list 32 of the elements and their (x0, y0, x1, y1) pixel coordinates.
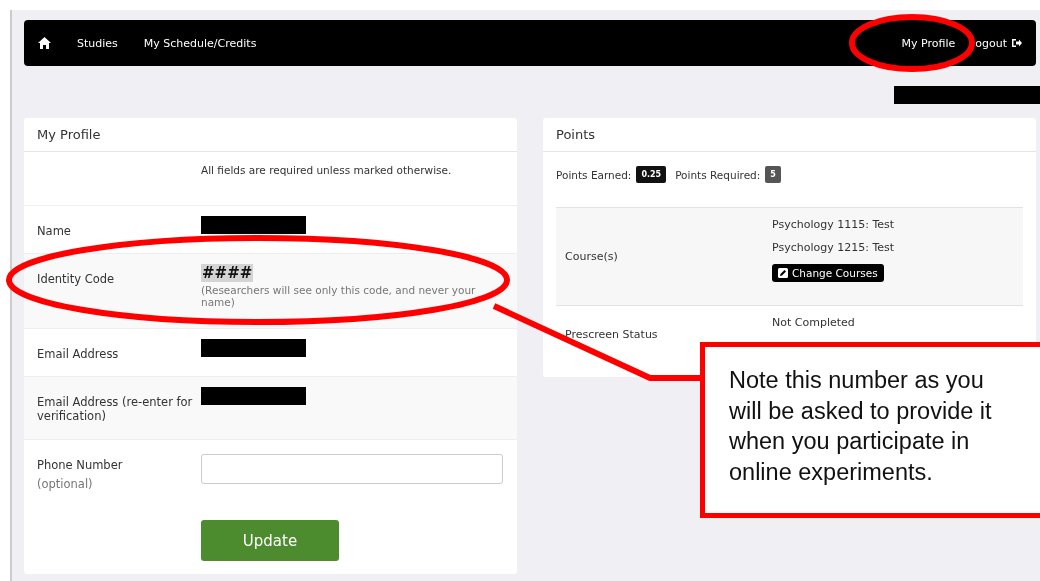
identity-code: #### (201, 264, 254, 282)
nav-link[interactable]: Studies (77, 36, 118, 50)
input-field[interactable] (201, 454, 503, 484)
card-title: Points (543, 118, 1036, 152)
hint-text: (Researchers will see only this code, and never your name) (201, 284, 477, 308)
points-label: Points Required: (675, 168, 761, 181)
update-button[interactable]: Update (201, 520, 339, 561)
optional-note: (optional) (37, 477, 94, 491)
card-title: My Profile (24, 118, 517, 152)
status-text: Not Completed (772, 316, 855, 329)
points-badge: 5 (765, 166, 781, 183)
nav-link[interactable]: My Profile (901, 36, 956, 50)
field-label: Name (37, 223, 72, 240)
course-name: Psychology 1115: Test (772, 218, 895, 231)
row-label: Prescreen Status (565, 327, 659, 343)
notice-text: All fields are required unless marked otherwise. (200, 163, 453, 178)
callout-text: Note this number as you will be asked to provide it when you participate in online experiments. (700, 342, 1040, 518)
field-label: Email Address (37, 346, 120, 363)
logout-label: ogout (975, 36, 1007, 50)
home-icon[interactable] (38, 37, 51, 49)
change-courses-button[interactable]: Change Courses (772, 264, 884, 282)
field-label: Email Address (re-enter for verification) (37, 394, 194, 425)
field-label: Identity Code (37, 271, 116, 288)
course-name: Psychology 1215: Test (772, 241, 895, 254)
points-badge: 0.25 (636, 166, 667, 183)
edit-icon (778, 268, 788, 278)
points-label: Points Earned: (556, 168, 632, 181)
nav-link[interactable]: My Schedule/Credits (143, 36, 257, 50)
logout-icon (1012, 38, 1022, 48)
row-label: Course(s) (565, 249, 619, 265)
logout-link[interactable]: ogout (975, 36, 1022, 50)
field-label: Phone Number (optional) (37, 450, 201, 492)
